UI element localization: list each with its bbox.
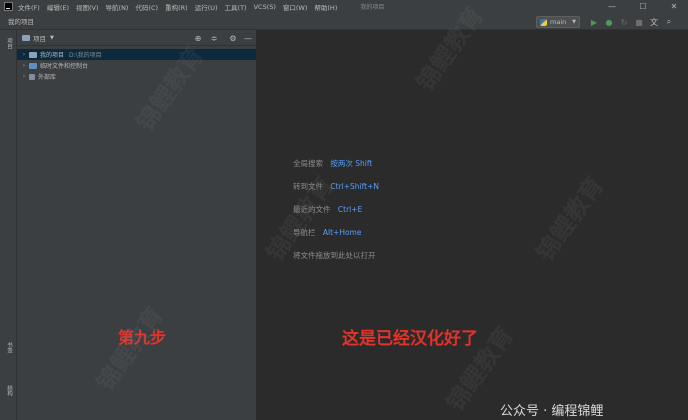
menu-tools[interactable]: 工具(T) [225, 2, 247, 12]
menu-edit[interactable]: 编辑(E) [47, 2, 69, 12]
close-button[interactable]: ✕ [663, 0, 685, 13]
hint-label: 转到文件 [293, 182, 323, 191]
step-annotation: 第九步 [118, 328, 167, 347]
tree-item-path: D:\我的项目 [69, 52, 102, 59]
hint-shortcut: Ctrl+Shift+N [330, 182, 379, 191]
translate-icon[interactable]: 文 [649, 17, 659, 27]
note-annotation: 这是已经汉化好了 [342, 329, 478, 349]
chevron-right-icon[interactable]: › [19, 62, 29, 69]
menu-file[interactable]: 文件(F) [18, 2, 40, 12]
coverage-icon[interactable]: ↻ [619, 17, 629, 27]
left-tool-strip: 项目 书签 结构 [0, 30, 17, 420]
tree-item-label: 我的项目 [40, 52, 65, 59]
navigation-bar: 我的项目 main ▼ ▶ ● ↻ ■ 文 ⌕ [0, 13, 688, 30]
window-title: 我的项目 [360, 4, 385, 11]
chevron-right-icon[interactable]: › [19, 51, 29, 58]
menu-navigate[interactable]: 导航(N) [106, 2, 129, 12]
locate-icon[interactable]: ⊕ [193, 33, 203, 43]
hint-label: 全局搜索 [293, 159, 323, 168]
hint-navigation-bar: 导航栏 Alt+Home [293, 227, 361, 238]
hint-goto-file: 转到文件 Ctrl+Shift+N [293, 181, 379, 192]
tree-item-scratches[interactable]: › 临时文件和控制台 [17, 60, 256, 71]
menu-help[interactable]: 帮助(H) [314, 2, 337, 12]
folder-icon [29, 51, 37, 58]
library-icon [29, 73, 35, 80]
hint-shortcut: 按两次 Shift [330, 159, 373, 168]
chevron-down-icon: ▼ [572, 19, 576, 25]
watermark-footer: 公众号 · 编程锦鲤 [500, 404, 604, 419]
branch-selector[interactable]: main ▼ [536, 16, 580, 28]
bookmarks-tool-tab[interactable]: 书签 [3, 342, 13, 353]
hide-icon[interactable]: — [243, 33, 253, 43]
search-icon[interactable]: ⌕ [664, 17, 674, 27]
menu-view[interactable]: 视图(V) [76, 2, 99, 12]
hint-shortcut: Ctrl+E [337, 205, 363, 214]
hint-label: 最近的文件 [293, 205, 331, 214]
menu-vcs[interactable]: VCS(S) [254, 3, 276, 11]
project-panel-title[interactable]: 项目 [33, 33, 46, 43]
title-bar: 文件(F) 编辑(E) 视图(V) 导航(N) 代码(C) 重构(R) 运行(U… [0, 0, 688, 13]
branch-label: main [550, 18, 567, 26]
hint-label: 将文件拖放到此处以打开 [293, 251, 376, 260]
minimize-button[interactable]: — [601, 0, 623, 13]
maximize-button[interactable]: ☐ [632, 0, 654, 13]
run-icon[interactable]: ▶ [589, 17, 599, 27]
collapse-all-icon[interactable]: ≑ [209, 33, 219, 43]
breadcrumb[interactable]: 我的项目 [8, 16, 34, 26]
tree-item-label: 外部库 [38, 74, 57, 81]
stop-icon[interactable]: ■ [634, 17, 644, 27]
hint-drop-files: 将文件拖放到此处以打开 [293, 250, 381, 261]
chevron-down-icon[interactable]: ▼ [50, 35, 54, 41]
menu-refactor[interactable]: 重构(R) [165, 2, 188, 12]
app-logo-icon [4, 2, 13, 11]
menu-code[interactable]: 代码(C) [135, 2, 158, 12]
menu-window[interactable]: 窗口(W) [283, 2, 308, 12]
scratches-icon [29, 62, 37, 69]
menu-run[interactable]: 运行(U) [195, 2, 218, 12]
project-panel: 项目 ▼ ⊕ ≑ ⚙ — › 我的项目 D:\我的项目 › 临时文件和控制台 ›… [17, 30, 257, 420]
tree-item-label: 临时文件和控制台 [40, 63, 89, 70]
tree-item-my-project[interactable]: › 我的项目 D:\我的项目 [17, 49, 256, 60]
project-panel-header: 项目 ▼ ⊕ ≑ ⚙ — [17, 30, 256, 46]
project-tool-tab[interactable]: 项目 [3, 38, 13, 49]
editor-area[interactable]: 全局搜索 按两次 Shift 转到文件 Ctrl+Shift+N 最近的文件 C… [258, 30, 688, 420]
folder-icon [22, 34, 30, 41]
chevron-right-icon[interactable]: › [19, 73, 29, 80]
debug-icon[interactable]: ● [604, 17, 614, 27]
gear-icon[interactable]: ⚙ [228, 33, 238, 43]
python-icon [540, 18, 547, 26]
structure-tool-tab[interactable]: 结构 [3, 385, 13, 396]
tree-item-external-libraries[interactable]: › 外部库 [17, 71, 256, 82]
hint-recent-files: 最近的文件 Ctrl+E [293, 204, 362, 215]
hint-label: 导航栏 [293, 228, 316, 237]
hint-search-everywhere: 全局搜索 按两次 Shift [293, 158, 372, 169]
hint-shortcut: Alt+Home [322, 228, 362, 237]
